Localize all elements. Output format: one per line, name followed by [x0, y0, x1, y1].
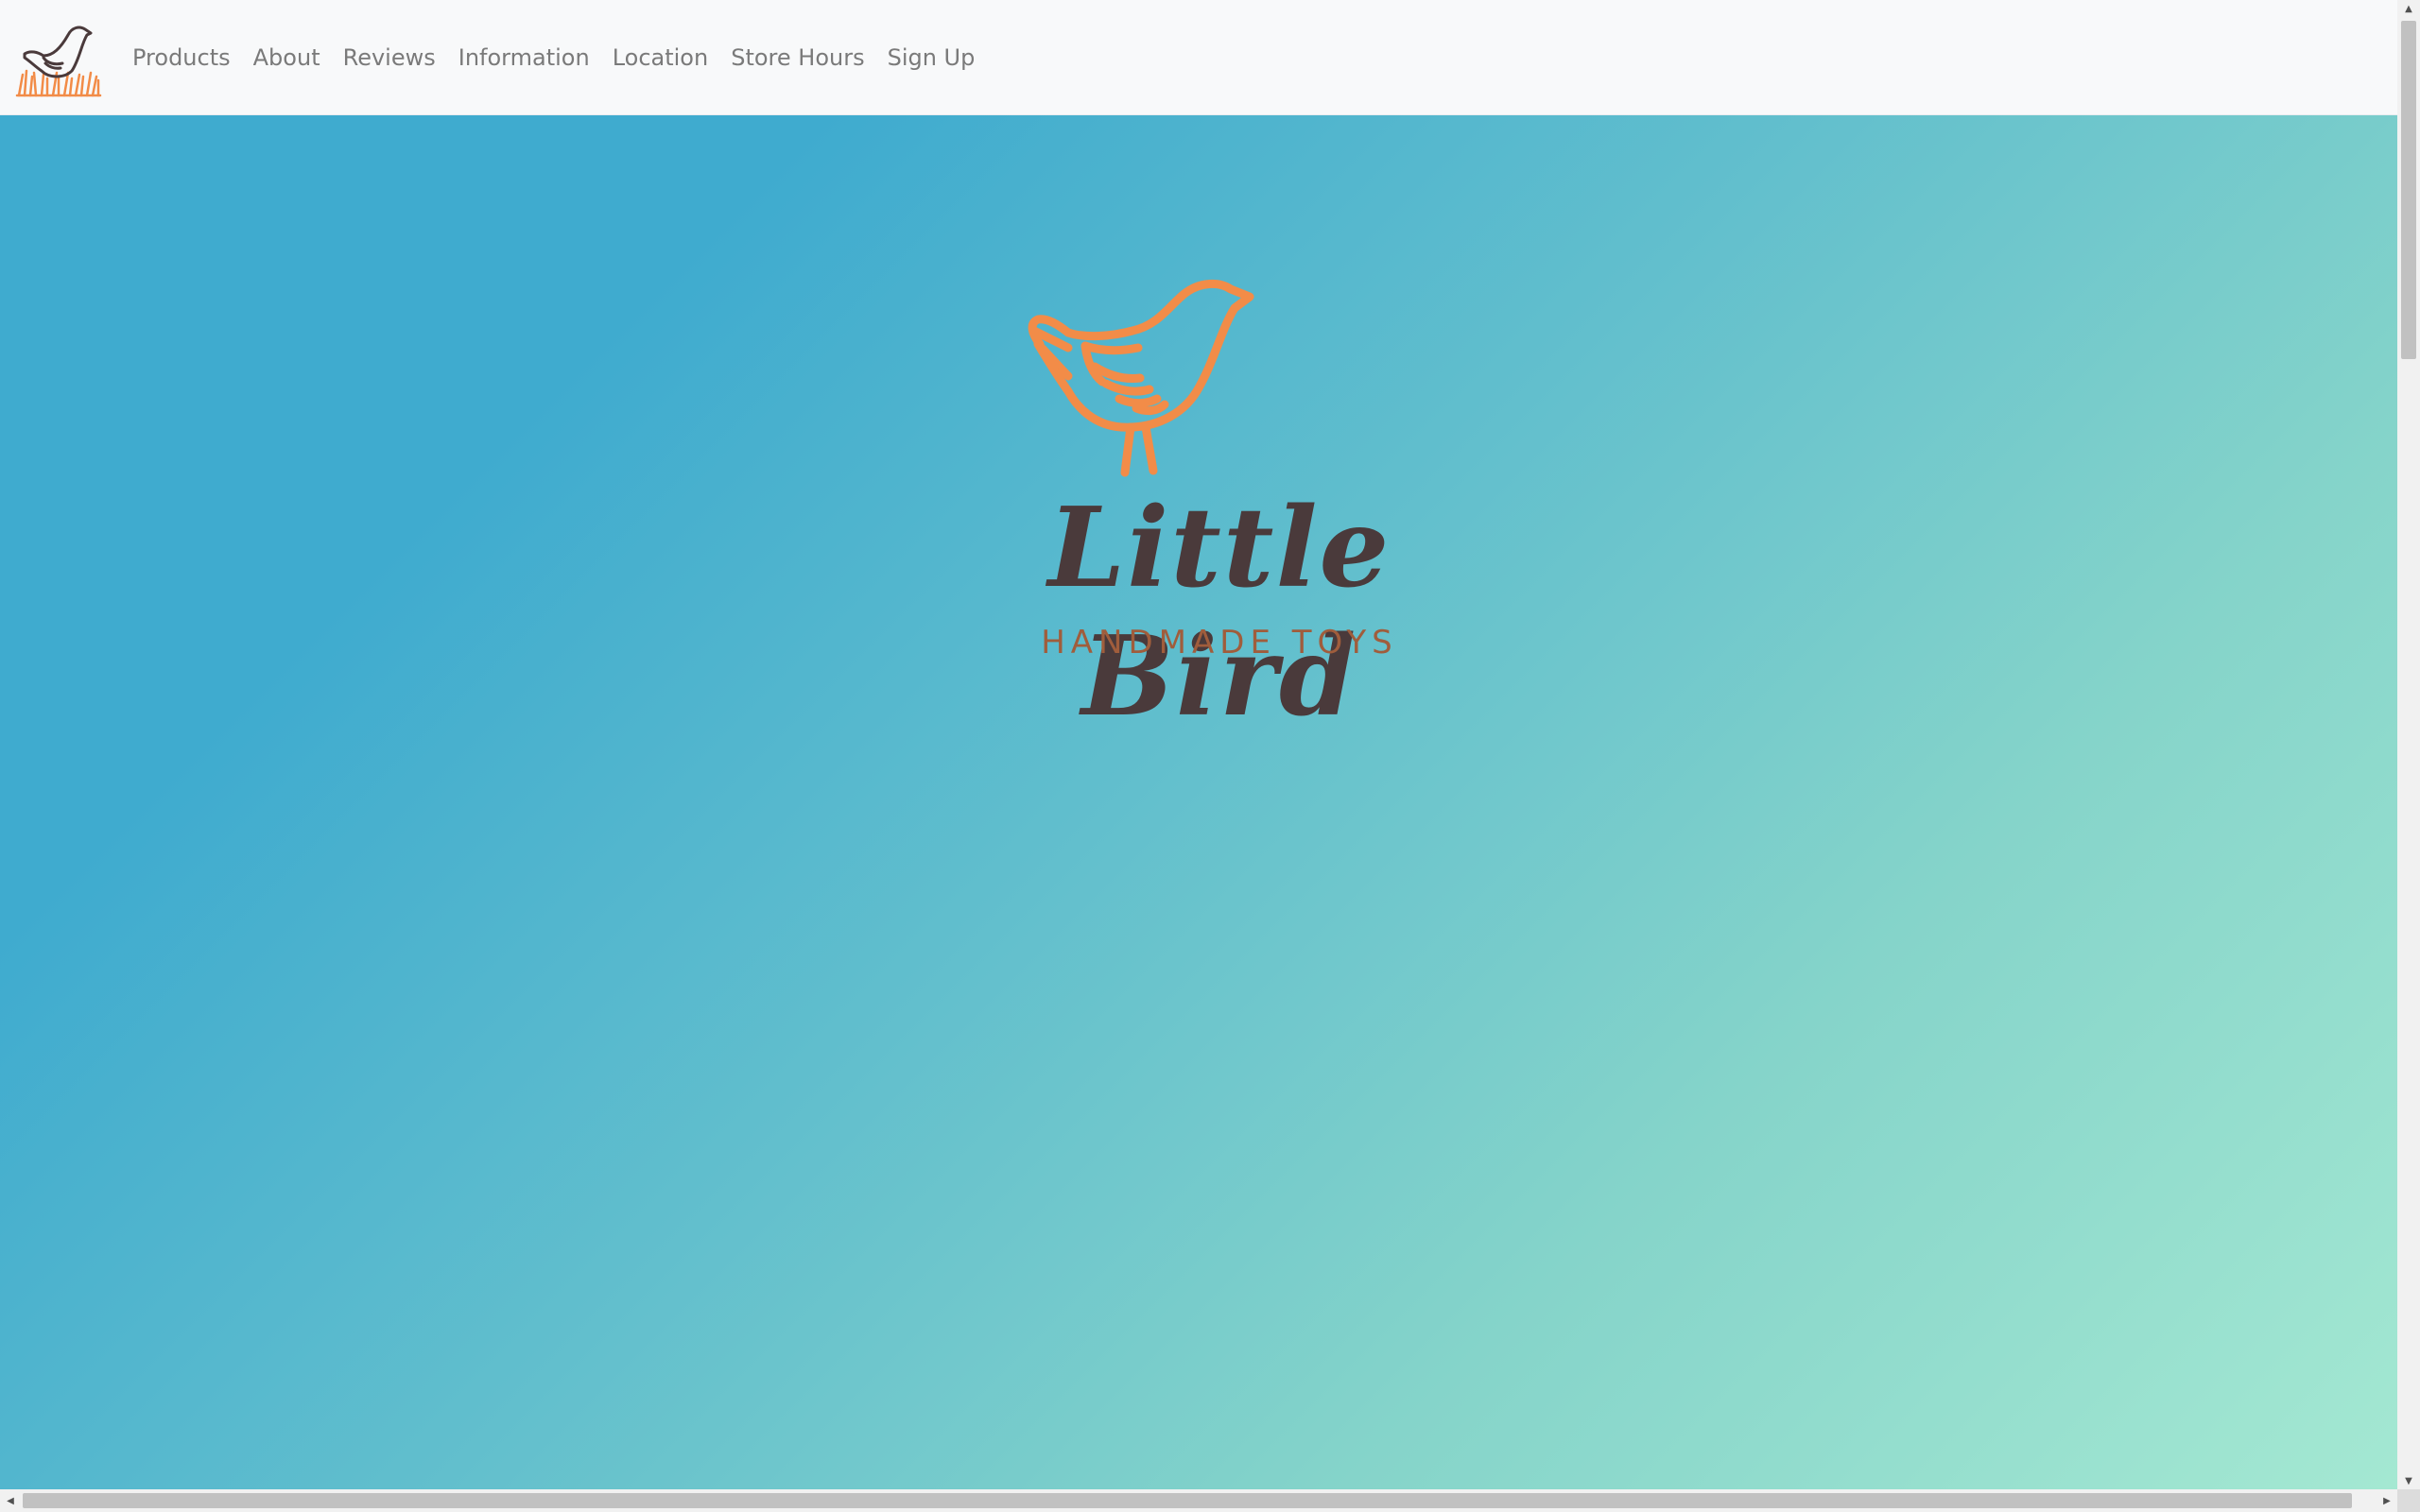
horizontal-scrollbar[interactable]: ◀ ▶	[0, 1489, 2397, 1512]
navbar: Products About Reviews Information Locat…	[0, 0, 2397, 115]
bird-in-grass-logo-icon	[15, 26, 102, 96]
page-viewport: Products About Reviews Information Locat…	[0, 0, 2397, 1489]
nav-menu: Products About Reviews Information Locat…	[121, 44, 986, 71]
brand-logo-link[interactable]	[15, 14, 102, 101]
nav-link-reviews[interactable]: Reviews	[332, 44, 447, 71]
hero-banner: Little Bird HANDMADE TOYS	[0, 115, 2397, 1489]
arrow-up-icon[interactable]: ▲	[2397, 0, 2420, 17]
scrollbar-corner	[2397, 1489, 2420, 1512]
arrow-down-icon[interactable]: ▼	[2397, 1472, 2420, 1489]
vertical-scrollbar[interactable]: ▲ ▼	[2397, 0, 2420, 1489]
hero-subtitle: HANDMADE TOYS	[1041, 624, 1398, 662]
arrow-left-icon[interactable]: ◀	[0, 1489, 21, 1512]
orange-bird-outline-icon	[1028, 280, 1254, 477]
horizontal-scrollbar-thumb[interactable]	[23, 1493, 2352, 1508]
hero-logo: Little Bird HANDMADE TOYS	[926, 257, 1512, 741]
vertical-scrollbar-thumb[interactable]	[2401, 21, 2416, 359]
hero-title: Little Bird	[1047, 484, 1392, 741]
arrow-right-icon[interactable]: ▶	[2377, 1489, 2397, 1512]
nav-link-about[interactable]: About	[242, 44, 332, 71]
nav-link-store-hours[interactable]: Store Hours	[719, 44, 875, 71]
nav-link-information[interactable]: Information	[447, 44, 601, 71]
nav-link-sign-up[interactable]: Sign Up	[876, 44, 987, 71]
nav-link-products[interactable]: Products	[121, 44, 242, 71]
nav-link-location[interactable]: Location	[601, 44, 720, 71]
